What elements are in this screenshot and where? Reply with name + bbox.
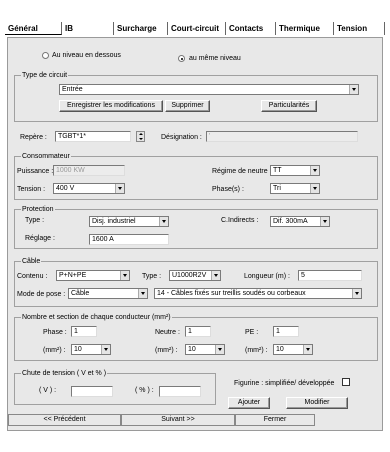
regime-neutre-select[interactable]: TT xyxy=(270,165,320,176)
circuit-type-select[interactable]: Entrée xyxy=(59,84,359,95)
radio-meme-niveau-label: au même niveau xyxy=(189,55,241,62)
chevron-down-icon xyxy=(120,271,129,280)
consommateur-label: Consommateur xyxy=(21,152,71,161)
chevron-down-icon xyxy=(138,289,147,298)
special-features-button[interactable]: Particularités xyxy=(261,100,317,112)
neutre-mm2-select[interactable]: 10 xyxy=(185,344,225,355)
section-group: Nombre et section de chaque conducteur (… xyxy=(14,313,378,361)
tab-general[interactable]: Général xyxy=(5,22,62,35)
dialog-window: Général IB Surcharge Court-circuit Conta… xyxy=(0,0,390,452)
next-button[interactable]: Suivant >> xyxy=(121,414,235,426)
repere-input[interactable]: TGBT*1* xyxy=(55,131,131,142)
figurine-checkbox[interactable] xyxy=(342,378,350,386)
protection-label: Protection xyxy=(21,205,55,214)
close-button[interactable]: Fermer xyxy=(235,414,315,426)
phases-label: Phase(s) : xyxy=(212,186,244,193)
phases-select[interactable]: Tri xyxy=(270,183,320,194)
radio-niveau-dessous[interactable] xyxy=(42,52,49,59)
previous-button[interactable]: << Précédent xyxy=(8,414,121,426)
neutre-mm2-label: (mm²) : xyxy=(155,347,178,354)
puissance-label: Puissance : xyxy=(17,168,54,175)
mode-pose-select[interactable]: Câble xyxy=(68,288,148,299)
phase-label: Phase : xyxy=(43,329,67,336)
add-button[interactable]: Ajouter xyxy=(228,397,270,409)
figurine-label: Figurine : simplifiée/ développée xyxy=(234,380,335,387)
chute-pct-input[interactable] xyxy=(159,386,201,397)
repere-label: Repère : xyxy=(20,134,47,141)
pe-input[interactable]: 1 xyxy=(273,326,299,337)
general-panel: Au niveau en dessous au même niveau Type… xyxy=(7,37,383,431)
type-circuit-group: Type de circuit Entrée Enregistrer les m… xyxy=(14,71,378,122)
chevron-down-icon xyxy=(303,345,312,354)
chute-pct-label: ( % ) : xyxy=(135,387,154,394)
puissance-input[interactable]: 1000 KW xyxy=(53,165,125,176)
designation-label: Désignation : xyxy=(161,134,202,141)
tension-label: Tension : xyxy=(17,186,46,193)
longueur-label: Longueur (m) : xyxy=(244,273,290,280)
tab-thermique[interactable]: Thermique xyxy=(276,22,334,35)
phase-mm2-label: (mm²) : xyxy=(43,347,66,354)
mode-pose-label: Mode de pose : xyxy=(17,291,66,298)
pe-mm2-label: (mm²) : xyxy=(245,347,268,354)
chute-tension-label: Chute de tension ( V et % ) xyxy=(21,369,108,378)
chevron-down-icon xyxy=(352,289,361,298)
cable-type-label: Type : xyxy=(142,273,162,280)
tab-surcharge[interactable]: Surcharge xyxy=(114,22,168,35)
designation-input[interactable]: ' xyxy=(206,131,358,142)
cable-type-select[interactable]: U1000R2V xyxy=(169,270,221,281)
tension-select[interactable]: 400 V xyxy=(53,183,125,194)
protection-type-label: Type : xyxy=(25,217,45,224)
phase-input[interactable]: 1 xyxy=(71,326,97,337)
protection-type-select[interactable]: Disj. industriel xyxy=(89,216,169,227)
chevron-down-icon xyxy=(211,271,220,280)
chute-v-input[interactable] xyxy=(71,386,113,397)
delete-button[interactable]: Supprimer xyxy=(165,100,210,112)
c-indirects-label: C.Indirects : xyxy=(221,217,259,224)
pe-label: PE : xyxy=(245,329,259,336)
chevron-down-icon xyxy=(310,184,319,193)
contenu-label: Contenu : xyxy=(17,273,48,280)
tab-tension[interactable]: Tension xyxy=(334,22,385,35)
radio-meme-niveau[interactable] xyxy=(178,55,185,62)
chevron-down-icon xyxy=(115,184,124,193)
pose-detail-select[interactable]: 14 - Câbles fixés sur treillis soudés ou… xyxy=(154,288,362,299)
chute-v-label: ( V ) : xyxy=(39,387,57,394)
neutre-input[interactable]: 1 xyxy=(185,326,211,337)
chute-tension-group: Chute de tension ( V et % ) ( V ) : ( % … xyxy=(14,369,216,405)
cable-label: Câble xyxy=(21,257,42,266)
chevron-down-icon xyxy=(101,345,110,354)
type-circuit-label: Type de circuit xyxy=(21,71,69,80)
section-label: Nombre et section de chaque conducteur (… xyxy=(21,313,172,322)
tab-ib[interactable]: IB xyxy=(62,22,114,35)
c-indirects-select[interactable]: Dif. 300mA xyxy=(270,216,330,227)
chevron-down-icon xyxy=(310,166,319,175)
protection-group: Protection Type : Disj. industriel C.Ind… xyxy=(14,205,378,249)
tab-court-circuit[interactable]: Court-circuit xyxy=(168,22,226,35)
pe-mm2-select[interactable]: 10 xyxy=(273,344,313,355)
chevron-down-icon xyxy=(349,85,358,94)
cable-group: Câble Contenu : P+N+PE Type : U1000R2V L… xyxy=(14,257,378,307)
contenu-select[interactable]: P+N+PE xyxy=(56,270,130,281)
repere-spinner[interactable] xyxy=(136,131,145,142)
tab-contacts[interactable]: Contacts xyxy=(226,22,276,35)
phase-mm2-select[interactable]: 10 xyxy=(71,344,111,355)
save-modifications-button[interactable]: Enregistrer les modifications xyxy=(59,100,163,112)
regime-neutre-label: Régime de neutre : xyxy=(212,168,272,175)
tab-bar: Général IB Surcharge Court-circuit Conta… xyxy=(5,22,385,35)
consommateur-group: Consommateur Puissance : 1000 KW Tension… xyxy=(14,152,378,200)
neutre-label: Neutre : xyxy=(155,329,180,336)
reglage-input[interactable]: 1600 A xyxy=(89,234,169,245)
longueur-input[interactable]: 5 xyxy=(298,270,362,281)
reglage-label: Réglage : xyxy=(25,235,55,242)
radio-niveau-dessous-label: Au niveau en dessous xyxy=(52,52,121,59)
chevron-down-icon xyxy=(159,217,168,226)
chevron-down-icon xyxy=(320,217,329,226)
chevron-down-icon xyxy=(215,345,224,354)
modify-button[interactable]: Modifier xyxy=(286,397,348,409)
